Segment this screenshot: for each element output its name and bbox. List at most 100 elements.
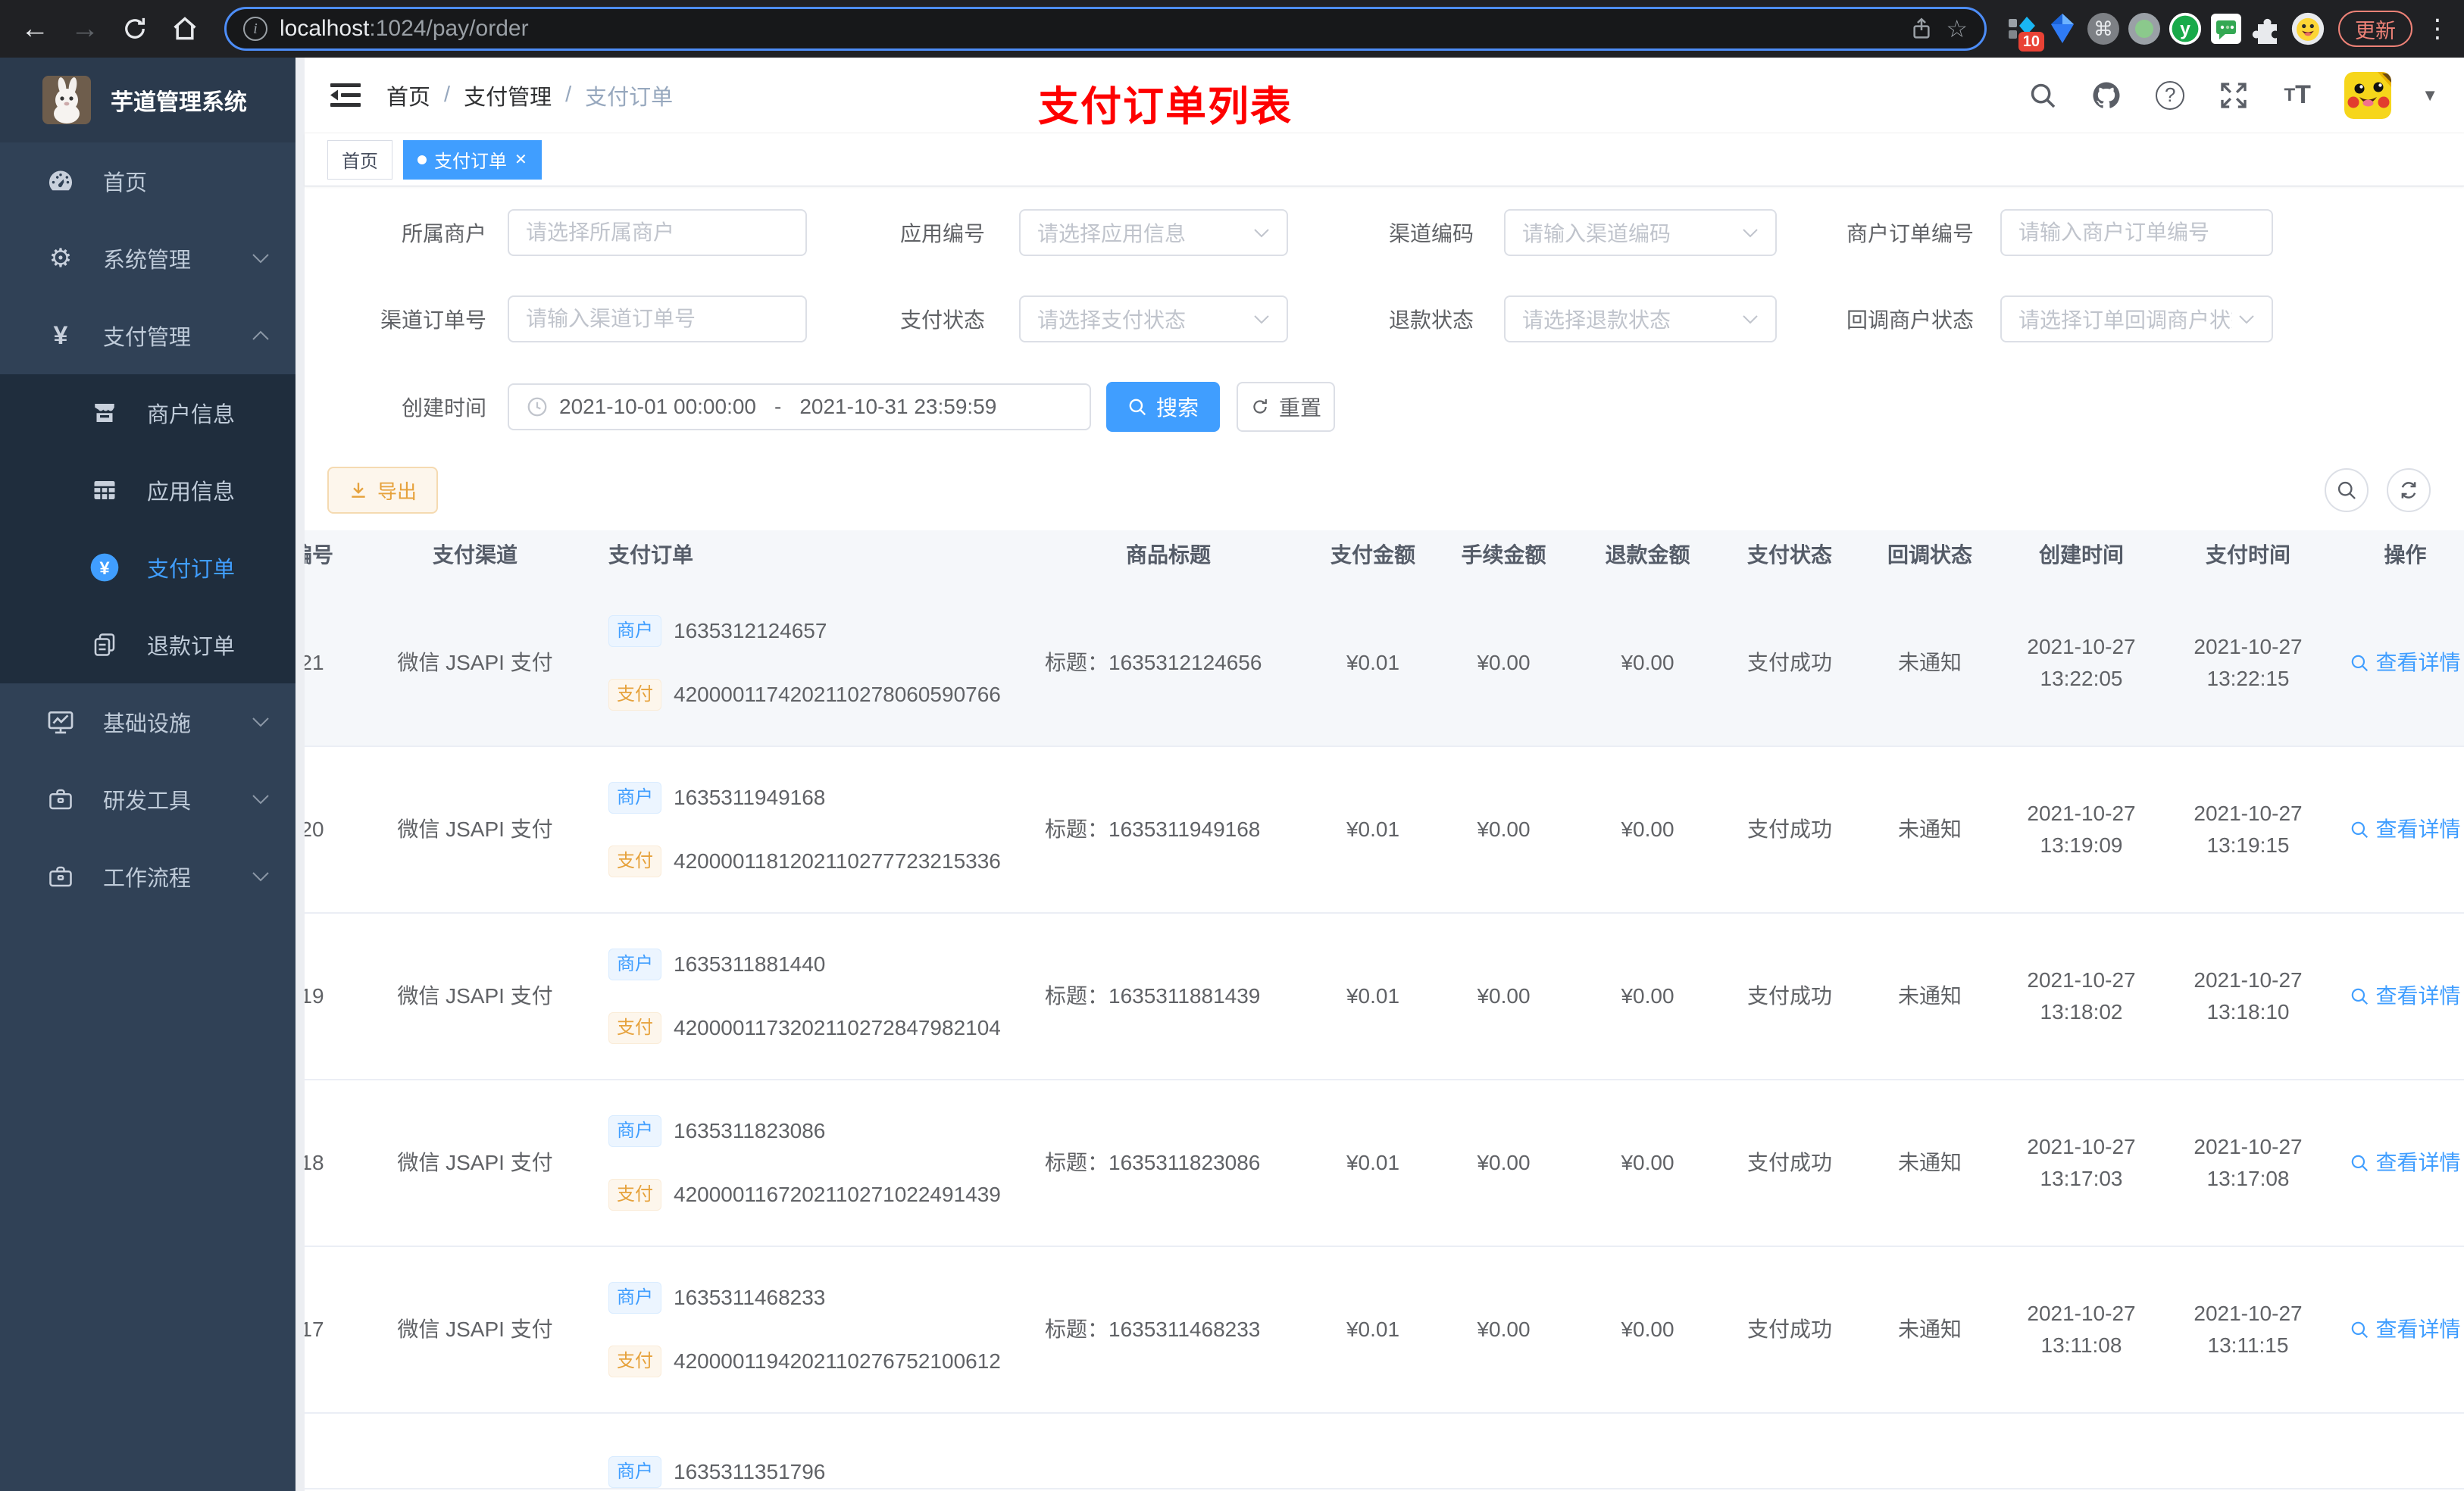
toggle-search-button[interactable]	[2325, 468, 2369, 512]
merchant-tag: 商户	[608, 949, 661, 980]
merchant-tag: 商户	[608, 1115, 661, 1147]
sidebar-item-system[interactable]: ⚙ 系统管理	[0, 220, 295, 297]
chevron-down-icon	[1742, 228, 1759, 238]
chevron-up-icon	[252, 330, 270, 341]
tag-pay-order[interactable]: 支付订单 ✕	[403, 139, 542, 180]
svg-text:¥: ¥	[99, 558, 110, 579]
status-badge: 支付成功	[1746, 651, 1832, 674]
status-badge: 支付成功	[1746, 1318, 1832, 1341]
sidebar: 芋道管理系统 首页 ⚙ 系统管理 ¥ 支付管理 商户信息 应用信息 ¥ 支付订单…	[0, 58, 295, 1491]
pay-tag: 支付	[608, 1346, 661, 1377]
chat-extension-icon[interactable]	[2209, 12, 2243, 45]
sidebar-item-workflow[interactable]: 工作流程	[0, 838, 295, 915]
channel-order-no-input	[526, 307, 789, 331]
page-title-annotation: 支付订单列表	[1038, 84, 1293, 130]
channel-order-no-field[interactable]	[508, 295, 807, 342]
profile-emoji-icon[interactable]	[2291, 12, 2325, 45]
font-size-icon[interactable]: TT	[2281, 79, 2314, 112]
merchant-input	[526, 220, 789, 245]
merchant-order-no: 1635312124657	[674, 619, 827, 642]
collapse-menu-icon[interactable]	[330, 79, 364, 112]
merchant-order-no: 1635311949168	[674, 786, 826, 809]
command-extension-icon[interactable]: ⌘	[2087, 12, 2120, 45]
status-badge: 支付成功	[1746, 817, 1832, 841]
merchant-order-no: 1635311881440	[674, 952, 826, 976]
chevron-down-icon	[252, 253, 270, 264]
update-button[interactable]: 更新	[2338, 11, 2412, 47]
svg-text:⌘: ⌘	[2093, 17, 2113, 40]
reset-button[interactable]: 重置	[1237, 382, 1335, 432]
more-menu-icon[interactable]: ⋮	[2425, 14, 2450, 44]
sidebar-scrollbar[interactable]	[295, 58, 305, 1491]
breadcrumb-current: 支付订单	[585, 85, 674, 110]
merchant-tag: 商户	[608, 782, 661, 814]
create-time-range-picker[interactable]: 2021-10-01 00:00:00 - 2021-10-31 23:59:5…	[508, 383, 1091, 430]
chevron-down-icon	[252, 794, 270, 805]
refund-doc-icon	[88, 628, 121, 661]
pay-status-select[interactable]: 请选择支付状态	[1019, 295, 1288, 342]
app-select[interactable]: 请选择应用信息	[1019, 209, 1288, 256]
breadcrumb-home[interactable]: 首页	[386, 80, 430, 111]
sidebar-logo[interactable]: 芋道管理系统	[0, 58, 295, 142]
merchant-order-no-field[interactable]	[2000, 209, 2273, 256]
merchant-select[interactable]	[508, 209, 807, 256]
pay-circle-icon: ¥	[88, 551, 121, 584]
status-badge: 支付成功	[1746, 1151, 1832, 1174]
pay-order-no: 4200001181202110277723215336	[674, 849, 1001, 873]
refund-status-select[interactable]: 请选择退款状态	[1504, 295, 1777, 342]
extension-badge: 10	[2018, 32, 2044, 52]
reload-icon[interactable]	[114, 8, 156, 50]
page-root: ← → i localhost:1024/pay/order ☆ 10 ⌘ y …	[0, 0, 2464, 1491]
view-detail-link[interactable]: 查看详情	[2331, 1147, 2464, 1179]
logo-bunny-image	[42, 76, 91, 124]
y-extension-icon[interactable]: y	[2169, 12, 2202, 45]
view-detail-link[interactable]: 查看详情	[2331, 647, 2464, 679]
channel-code-select[interactable]: 请输入渠道编码	[1504, 209, 1777, 256]
sidebar-item-home[interactable]: 首页	[0, 142, 295, 220]
home-icon[interactable]	[164, 8, 206, 50]
end-date: 2021-10-31 23:59:59	[799, 395, 997, 418]
help-icon[interactable]: ?	[2153, 79, 2187, 112]
navbar: 首页 / 支付管理 / 支付订单 支付订单列表 ? T T ▼	[305, 58, 2464, 133]
back-icon[interactable]: ←	[14, 8, 56, 50]
sidebar-item-pay-order[interactable]: ¥ 支付订单	[0, 529, 295, 606]
search-button[interactable]: 搜索	[1106, 382, 1220, 432]
status-dot-extension-icon[interactable]	[2128, 12, 2161, 45]
extension-grid-icon[interactable]: 10	[2005, 12, 2044, 52]
sidebar-item-infra[interactable]: 基础设施	[0, 683, 295, 761]
fullscreen-icon[interactable]	[2217, 79, 2250, 112]
app-title: 芋道管理系统	[111, 90, 247, 115]
sidebar-item-pay[interactable]: ¥ 支付管理	[0, 297, 295, 374]
breadcrumb-pay-mgmt[interactable]: 支付管理	[464, 80, 552, 111]
status-badge: 支付成功	[1746, 984, 1832, 1008]
caret-down-icon[interactable]: ▼	[2422, 86, 2438, 105]
breadcrumb: 首页 / 支付管理 / 支付订单	[386, 80, 673, 111]
share-icon[interactable]	[1909, 17, 1934, 41]
puzzle-extensions-icon[interactable]	[2250, 12, 2284, 45]
kite-extension-icon[interactable]	[2046, 12, 2079, 45]
close-icon[interactable]: ✕	[514, 150, 527, 169]
view-detail-link[interactable]: 查看详情	[2331, 980, 2464, 1012]
avatar[interactable]	[2344, 71, 2392, 119]
sidebar-item-merchant-info[interactable]: 商户信息	[0, 374, 295, 452]
sidebar-item-app-info[interactable]: 应用信息	[0, 452, 295, 529]
forward-icon[interactable]: →	[64, 8, 106, 50]
tag-home[interactable]: 首页	[327, 139, 392, 180]
search-icon[interactable]	[2026, 79, 2059, 112]
view-detail-link[interactable]: 查看详情	[2331, 1314, 2464, 1346]
view-detail-link[interactable]: 查看详情	[2331, 814, 2464, 846]
sidebar-item-refund-order[interactable]: 退款订单	[0, 606, 295, 683]
content: 所属商户 应用编号 请选择应用信息 渠道编码 请输入渠道编码 商户订单编号 渠道…	[305, 186, 2464, 1491]
github-icon[interactable]	[2090, 79, 2123, 112]
export-button[interactable]: 导出	[327, 467, 439, 514]
refresh-button[interactable]	[2387, 468, 2431, 512]
bookmark-star-icon[interactable]: ☆	[1946, 14, 1968, 43]
briefcase-icon	[44, 860, 77, 893]
pay-tag: 支付	[608, 1179, 661, 1211]
url-bar[interactable]: i localhost:1024/pay/order ☆	[224, 7, 1987, 51]
notify-status-select[interactable]: 请选择订单回调商户状态	[2000, 295, 2273, 342]
site-info-icon[interactable]: i	[243, 17, 267, 41]
merchant-tag: 商户	[608, 615, 661, 647]
merchant-tag: 商户	[608, 1282, 661, 1314]
sidebar-item-devtools[interactable]: 研发工具	[0, 761, 295, 838]
